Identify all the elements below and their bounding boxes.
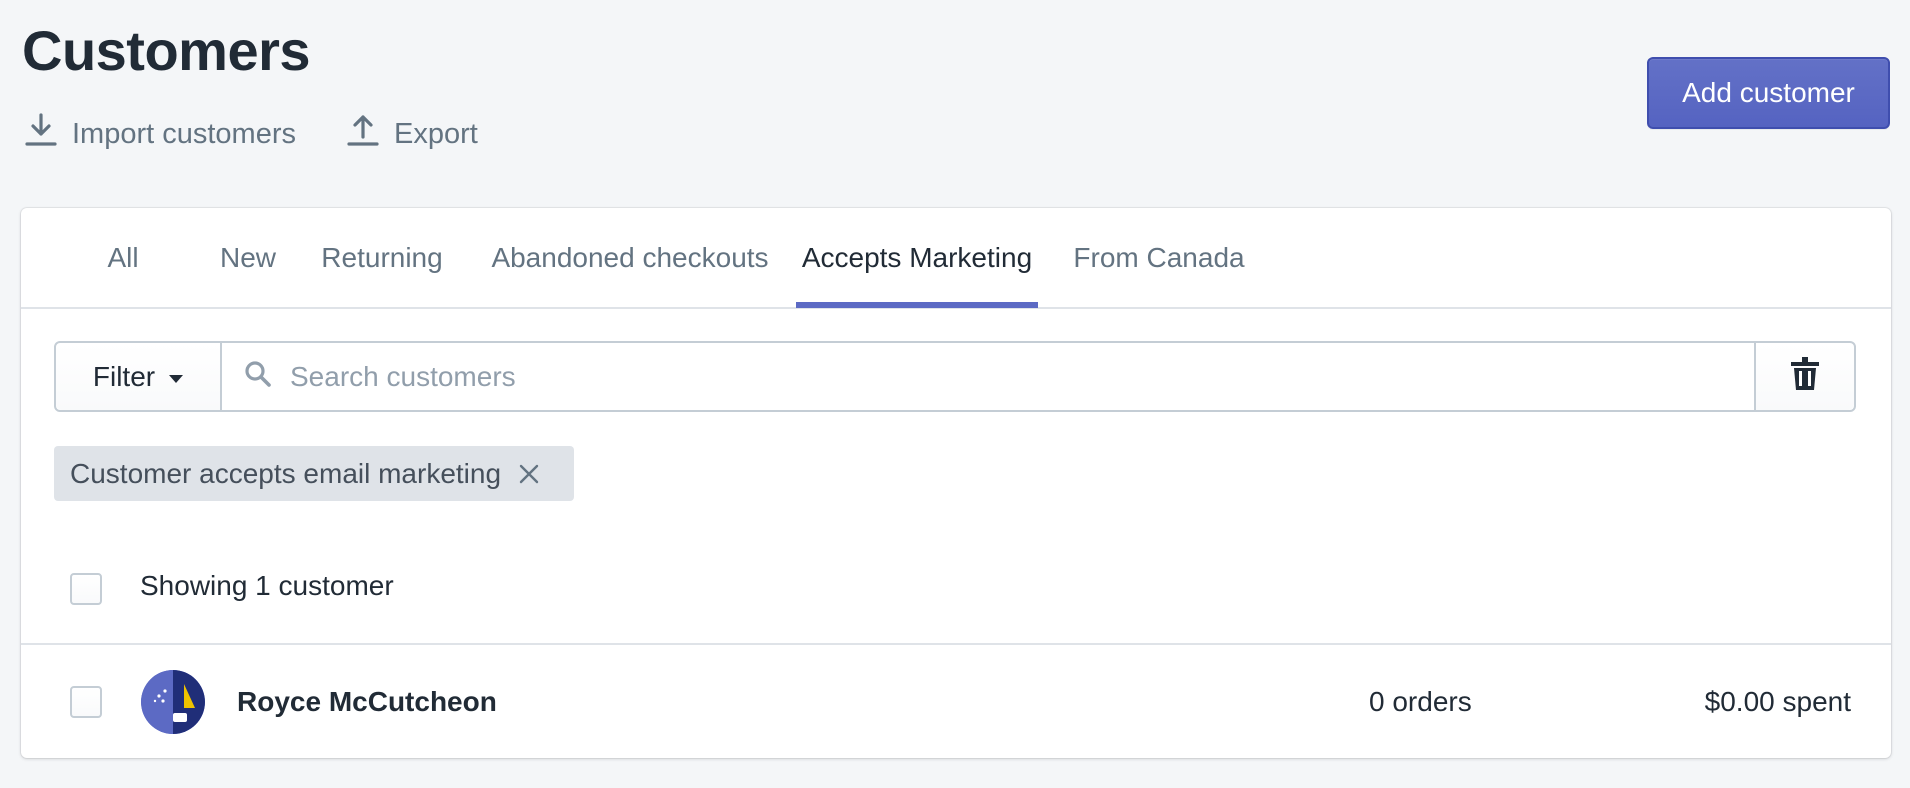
close-icon[interactable] [517,462,541,486]
import-icon [24,112,58,156]
search-input[interactable] [290,346,1754,407]
tab-abandoned-checkouts[interactable]: Abandoned checkouts [475,208,785,308]
applied-filter-tag: Customer accepts email marketing [54,446,574,501]
trash-icon [1790,357,1820,396]
export-button[interactable]: Export [346,112,478,156]
tab-returning[interactable]: Returning [317,208,447,308]
import-customers-button[interactable]: Import customers [24,112,296,156]
caret-down-icon [169,374,184,383]
customer-spent: $0.00 spent [1704,686,1851,717]
tab-bar: All New Returning Abandoned checkouts Ac… [21,208,1891,309]
filter-label: Filter [92,360,156,392]
search-container [222,343,1754,410]
tab-new[interactable]: New [203,208,293,308]
customers-card: All New Returning Abandoned checkouts Ac… [21,208,1891,758]
add-customer-button[interactable]: Add customer [1647,57,1890,129]
export-label: Export [394,117,478,150]
applied-filter-label: Customer accepts email marketing [70,457,502,489]
customer-name[interactable]: Royce McCutcheon [237,686,497,718]
tab-accepts-marketing[interactable]: Accepts Marketing [796,208,1038,308]
import-customers-label: Import customers [72,117,296,150]
customer-orders: 0 orders [1369,686,1472,717]
page-title: Customers [22,19,311,82]
showing-count: Showing 1 customer [140,570,394,601]
avatar [141,670,205,734]
header-actions: Import customers Export [24,112,478,156]
tab-all[interactable]: All [73,208,173,308]
delete-button[interactable] [1754,343,1854,410]
filter-button[interactable]: Filter [56,343,222,410]
tab-from-canada[interactable]: From Canada [1069,208,1249,308]
export-icon [346,112,380,156]
row-checkbox[interactable] [70,686,102,718]
filter-bar: Filter [54,341,1856,412]
select-all-checkbox[interactable] [70,573,102,605]
search-icon [244,360,272,393]
divider [21,643,1891,645]
